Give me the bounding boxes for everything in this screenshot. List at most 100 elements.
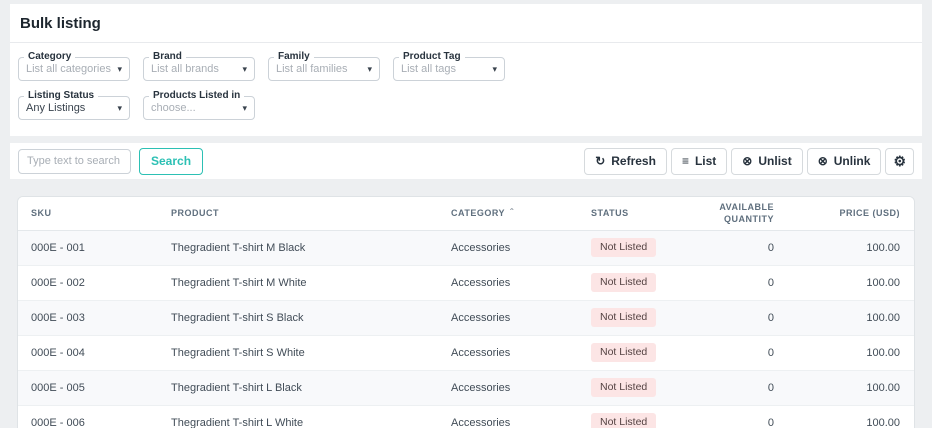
list-button-label: List bbox=[695, 154, 716, 168]
table-row[interactable]: 000E - 002 Thegradient T-shirt M White A… bbox=[18, 265, 914, 300]
page-title: Bulk listing bbox=[20, 15, 912, 32]
status-badge: Not Listed bbox=[591, 273, 656, 292]
product-cell: Thegradient T-shirt L Black bbox=[158, 370, 438, 405]
listing-status-filter-value: Any Listings bbox=[26, 102, 113, 114]
quantity-cell: 0 bbox=[688, 370, 788, 405]
unlist-button-label: Unlist bbox=[758, 154, 791, 168]
product-cell: Thegradient T-shirt S White bbox=[158, 335, 438, 370]
brand-filter-label: Brand bbox=[149, 51, 186, 63]
status-badge: Not Listed bbox=[591, 238, 656, 257]
status-cell: Not Listed bbox=[578, 300, 688, 335]
table-header-row: SKU PRODUCT CATEGORYˆ STATUS AVAILABLE Q… bbox=[18, 197, 914, 230]
family-filter-label: Family bbox=[274, 51, 314, 63]
search-input[interactable] bbox=[18, 149, 131, 174]
product-cell: Thegradient T-shirt S Black bbox=[158, 300, 438, 335]
category-filter-value: List all categories bbox=[26, 63, 113, 75]
category-cell: Accessories bbox=[438, 230, 578, 265]
price-cell: 100.00 bbox=[788, 405, 914, 428]
table-row[interactable]: 000E - 005 Thegradient T-shirt L Black A… bbox=[18, 370, 914, 405]
quantity-cell: 0 bbox=[688, 405, 788, 428]
column-header-category[interactable]: CATEGORYˆ bbox=[438, 197, 578, 230]
category-cell: Accessories bbox=[438, 370, 578, 405]
settings-button[interactable]: ⚙ bbox=[885, 148, 914, 175]
brand-filter-value: List all brands bbox=[151, 63, 238, 75]
sku-cell: 000E - 003 bbox=[18, 300, 158, 335]
refresh-icon: ↻ bbox=[595, 155, 605, 167]
table-row[interactable]: 000E - 004 Thegradient T-shirt S White A… bbox=[18, 335, 914, 370]
price-cell: 100.00 bbox=[788, 265, 914, 300]
product-tag-filter-select[interactable]: Product Tag List all tags ▾ bbox=[393, 57, 505, 81]
quantity-cell: 0 bbox=[688, 265, 788, 300]
brand-filter-select[interactable]: Brand List all brands ▾ bbox=[143, 57, 255, 81]
product-cell: Thegradient T-shirt M Black bbox=[158, 230, 438, 265]
quantity-cell: 0 bbox=[688, 230, 788, 265]
product-tag-filter-label: Product Tag bbox=[399, 51, 465, 63]
products-listed-in-filter-select[interactable]: Products Listed in choose... ▾ bbox=[143, 96, 255, 120]
chevron-down-icon: ▾ bbox=[492, 65, 497, 74]
family-filter-select[interactable]: Family List all families ▾ bbox=[268, 57, 380, 81]
action-buttons: ↻ Refresh ≡ List ⊗ Unlist ⊗ Unlink ⚙ bbox=[584, 148, 914, 175]
products-listed-in-filter-value: choose... bbox=[151, 102, 238, 114]
listing-status-filter-select[interactable]: Listing Status Any Listings ▾ bbox=[18, 96, 130, 120]
chevron-down-icon: ▾ bbox=[242, 65, 247, 74]
listing-status-filter-label: Listing Status bbox=[24, 90, 98, 102]
product-cell: Thegradient T-shirt L White bbox=[158, 405, 438, 428]
gear-icon: ⚙ bbox=[893, 154, 906, 168]
page-header: Bulk listing bbox=[10, 4, 922, 43]
unlink-button-label: Unlink bbox=[834, 154, 871, 168]
column-header-sku[interactable]: SKU bbox=[18, 197, 158, 230]
list-icon: ≡ bbox=[682, 155, 689, 167]
category-cell: Accessories bbox=[438, 405, 578, 428]
product-tag-filter-value: List all tags bbox=[401, 63, 488, 75]
chevron-down-icon: ▾ bbox=[242, 104, 247, 113]
column-header-status[interactable]: STATUS bbox=[578, 197, 688, 230]
sort-asc-icon: ˆ bbox=[510, 208, 514, 219]
status-cell: Not Listed bbox=[578, 335, 688, 370]
table-row[interactable]: 000E - 006 Thegradient T-shirt L White A… bbox=[18, 405, 914, 428]
category-cell: Accessories bbox=[438, 335, 578, 370]
chevron-down-icon: ▾ bbox=[117, 65, 122, 74]
price-cell: 100.00 bbox=[788, 370, 914, 405]
status-badge: Not Listed bbox=[591, 378, 656, 397]
category-cell: Accessories bbox=[438, 265, 578, 300]
category-filter-select[interactable]: Category List all categories ▾ bbox=[18, 57, 130, 81]
circle-x-icon: ⊗ bbox=[818, 155, 828, 167]
main-panel: Bulk listing Category List all categorie… bbox=[10, 4, 922, 136]
status-cell: Not Listed bbox=[578, 230, 688, 265]
refresh-button[interactable]: ↻ Refresh bbox=[584, 148, 667, 175]
status-cell: Not Listed bbox=[578, 265, 688, 300]
toolbar: Search ↻ Refresh ≡ List ⊗ Unlist ⊗ Unlin… bbox=[10, 143, 922, 179]
filters-section: Category List all categories ▾ Brand Lis… bbox=[10, 43, 922, 136]
sku-cell: 000E - 006 bbox=[18, 405, 158, 428]
listing-table-card: SKU PRODUCT CATEGORYˆ STATUS AVAILABLE Q… bbox=[17, 196, 915, 428]
listing-table: SKU PRODUCT CATEGORYˆ STATUS AVAILABLE Q… bbox=[18, 197, 914, 428]
chevron-down-icon: ▾ bbox=[367, 65, 372, 74]
column-header-price[interactable]: PRICE (USD) bbox=[788, 197, 914, 230]
category-filter-label: Category bbox=[24, 51, 75, 63]
quantity-cell: 0 bbox=[688, 300, 788, 335]
products-listed-in-filter-label: Products Listed in bbox=[149, 90, 244, 102]
sku-cell: 000E - 005 bbox=[18, 370, 158, 405]
table-row[interactable]: 000E - 001 Thegradient T-shirt M Black A… bbox=[18, 230, 914, 265]
chevron-down-icon: ▾ bbox=[117, 104, 122, 113]
list-button[interactable]: ≡ List bbox=[671, 148, 727, 175]
sku-cell: 000E - 004 bbox=[18, 335, 158, 370]
product-cell: Thegradient T-shirt M White bbox=[158, 265, 438, 300]
status-cell: Not Listed bbox=[578, 405, 688, 428]
filter-row-1: Category List all categories ▾ Brand Lis… bbox=[18, 57, 914, 81]
table-row[interactable]: 000E - 003 Thegradient T-shirt S Black A… bbox=[18, 300, 914, 335]
sku-cell: 000E - 002 bbox=[18, 265, 158, 300]
status-badge: Not Listed bbox=[591, 343, 656, 362]
column-header-product[interactable]: PRODUCT bbox=[158, 197, 438, 230]
unlist-button[interactable]: ⊗ Unlist bbox=[731, 148, 802, 175]
price-cell: 100.00 bbox=[788, 300, 914, 335]
unlink-button[interactable]: ⊗ Unlink bbox=[807, 148, 882, 175]
status-cell: Not Listed bbox=[578, 370, 688, 405]
search-button[interactable]: Search bbox=[139, 148, 203, 175]
column-header-available-quantity[interactable]: AVAILABLE QUANTITY bbox=[688, 197, 788, 230]
category-cell: Accessories bbox=[438, 300, 578, 335]
family-filter-value: List all families bbox=[276, 63, 363, 75]
filter-row-2: Listing Status Any Listings ▾ Products L… bbox=[18, 96, 914, 120]
status-badge: Not Listed bbox=[591, 308, 656, 327]
circle-x-icon: ⊗ bbox=[742, 155, 752, 167]
